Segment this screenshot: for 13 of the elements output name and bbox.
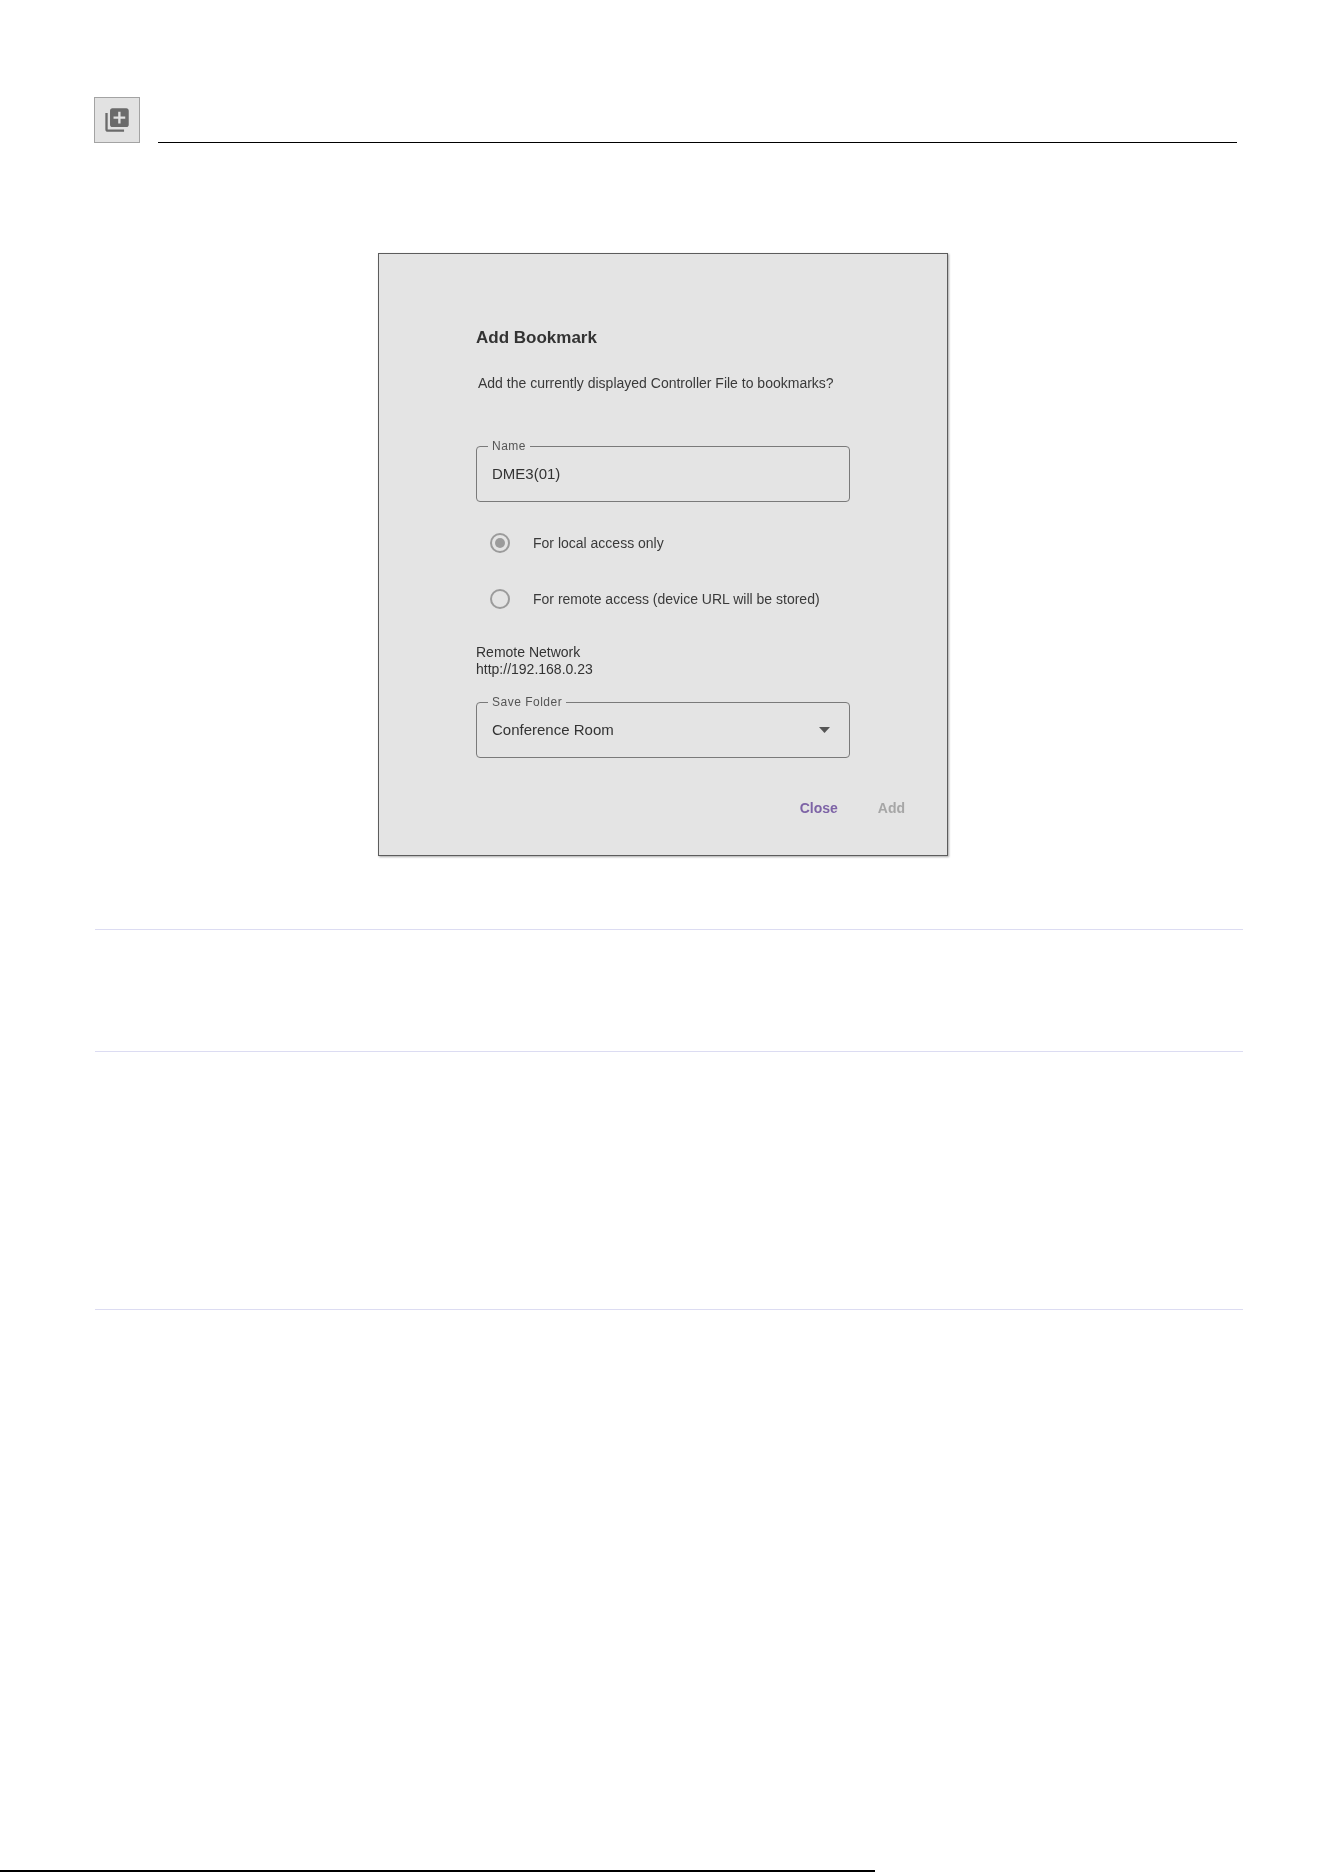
radio-icon[interactable]: [490, 589, 510, 609]
dialog-message: Add the currently displayed Controller File to bookmarks?: [478, 374, 834, 393]
dialog-title: Add Bookmark: [476, 328, 597, 348]
remote-network-label: Remote Network: [476, 644, 581, 661]
save-folder-dropdown[interactable]: Save Folder Conference Room: [476, 695, 850, 758]
stack-plus-icon[interactable]: [94, 97, 140, 143]
close-button[interactable]: Close: [791, 792, 846, 824]
remote-network-url: http://192.168.0.23: [476, 661, 593, 678]
radio-option[interactable]: For local access only: [476, 529, 913, 557]
radio-icon[interactable]: [490, 533, 510, 553]
radio-option[interactable]: For remote access (device URL will be stored): [476, 585, 913, 613]
name-field[interactable]: Name DME3(01): [476, 439, 850, 502]
caret-down-icon: [819, 727, 830, 733]
